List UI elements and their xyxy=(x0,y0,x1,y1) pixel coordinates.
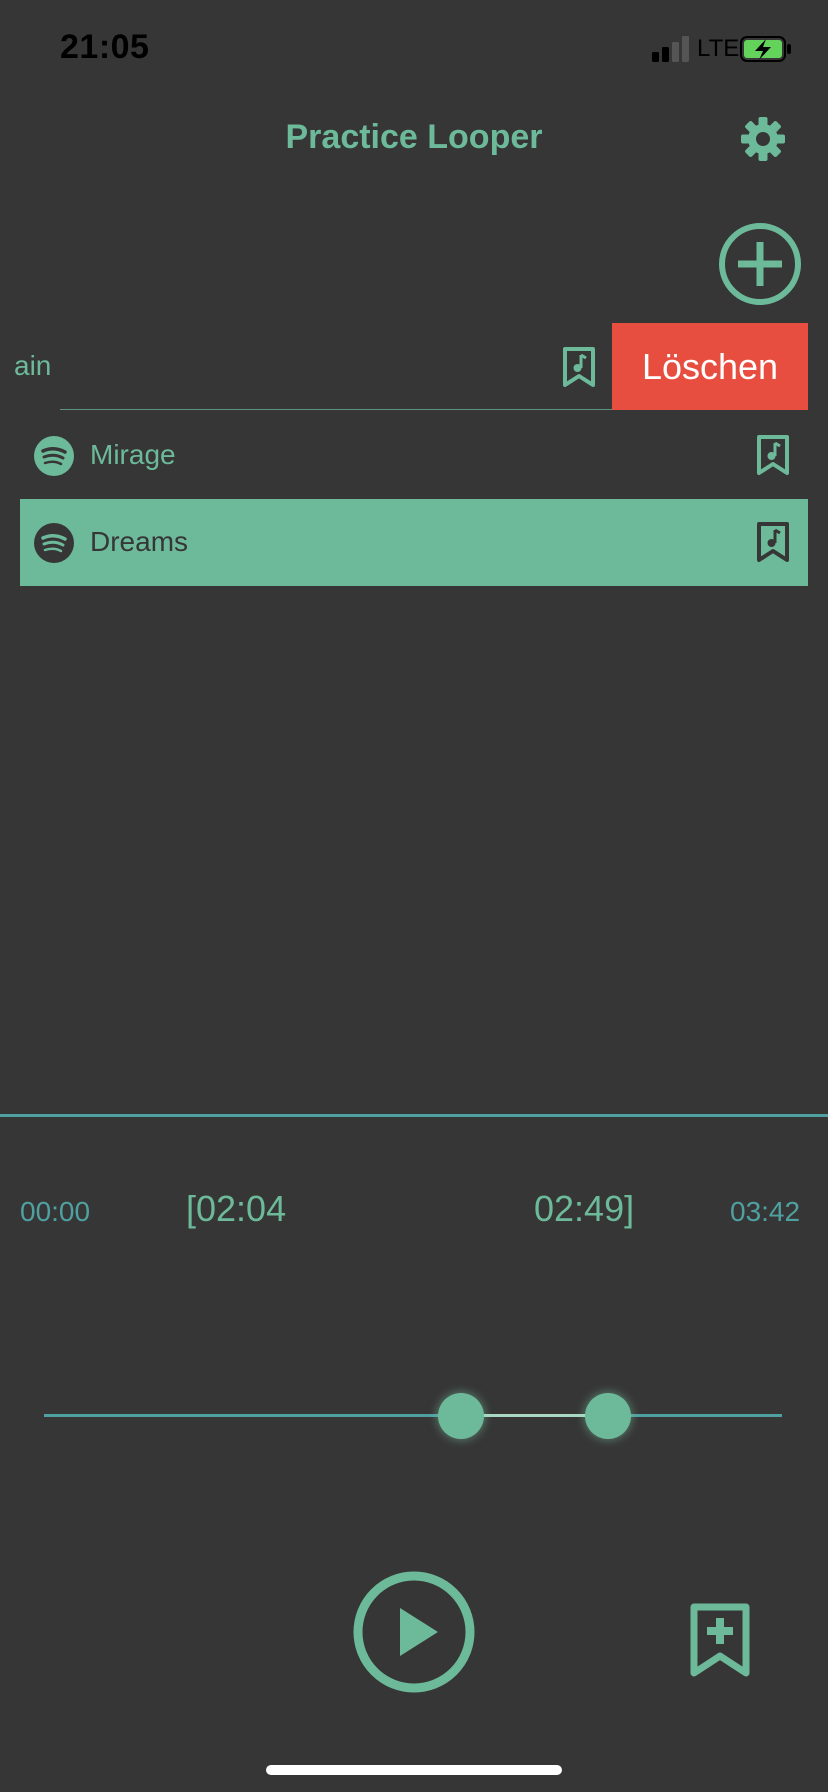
spotify-icon xyxy=(34,523,74,563)
loop-range-slider[interactable] xyxy=(44,1414,782,1417)
home-indicator[interactable] xyxy=(266,1765,562,1775)
swiped-song-label[interactable]: ain xyxy=(14,350,51,382)
battery-charging-icon xyxy=(740,36,791,62)
settings-gear-icon[interactable] xyxy=(740,116,786,162)
music-bookmark-icon[interactable] xyxy=(756,521,790,563)
song-name: Mirage xyxy=(90,439,176,470)
loop-end-time: 02:49] xyxy=(534,1188,635,1229)
delete-button[interactable]: Löschen xyxy=(612,323,808,410)
network-type: LTE xyxy=(697,35,740,62)
cellular-signal-icon xyxy=(652,36,689,62)
song-row-mirage[interactable]: Mirage xyxy=(20,412,808,499)
loop-start-handle[interactable] xyxy=(438,1393,484,1439)
spotify-icon xyxy=(34,436,74,476)
player-divider xyxy=(0,1114,828,1117)
add-song-button[interactable] xyxy=(718,222,802,306)
music-bookmark-icon[interactable] xyxy=(562,346,596,388)
row-divider xyxy=(60,409,612,410)
track-start-time: 00:00 xyxy=(20,1196,91,1227)
play-button[interactable] xyxy=(352,1570,476,1694)
app-title: Practice Looper xyxy=(285,118,543,156)
loop-end-handle[interactable] xyxy=(585,1393,631,1439)
track-end-time: 03:42 xyxy=(730,1196,801,1227)
music-bookmark-icon[interactable] xyxy=(756,434,790,476)
song-name: Dreams xyxy=(90,526,189,557)
song-row-dreams[interactable]: Dreams xyxy=(20,499,808,586)
add-bookmark-button[interactable] xyxy=(690,1603,750,1677)
status-time: 21:05 xyxy=(60,28,150,66)
loop-start-time: [02:04 xyxy=(186,1188,287,1229)
